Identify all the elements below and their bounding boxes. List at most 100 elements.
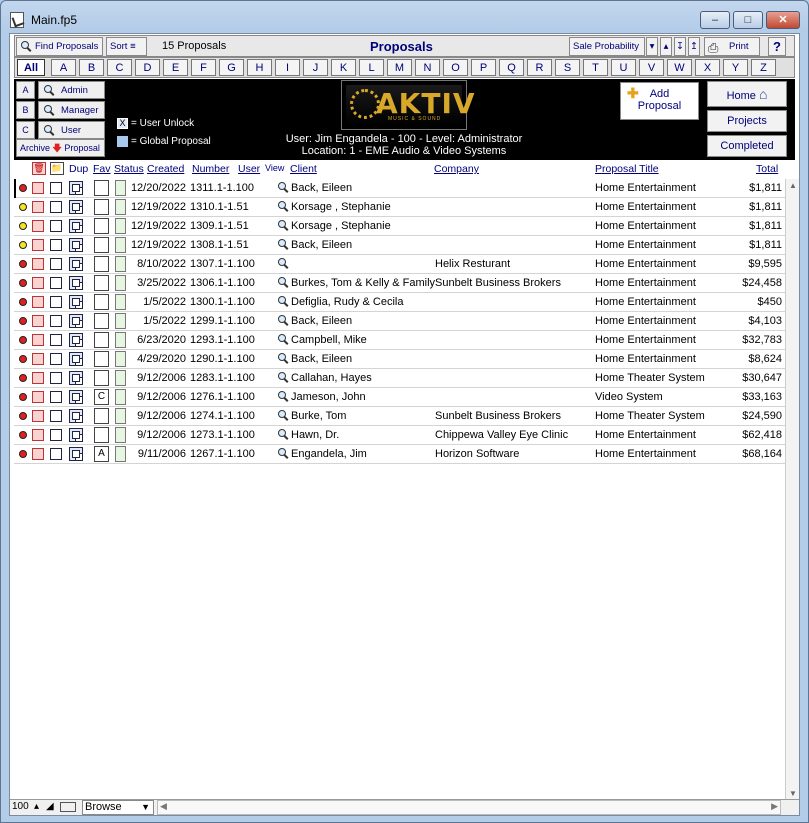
favorite-box[interactable]: C <box>94 389 109 405</box>
status-box[interactable] <box>115 256 126 272</box>
col-number[interactable]: Number <box>192 163 229 175</box>
delete-checkbox[interactable] <box>32 429 44 441</box>
view-search-icon[interactable] <box>278 258 288 268</box>
duplicate-icon[interactable] <box>69 409 83 423</box>
zoom-out-icon[interactable]: ▴ <box>34 801 39 812</box>
sort-top-icon[interactable]: ↥ <box>688 37 700 56</box>
sort-button[interactable]: Sort ≡ <box>106 37 147 56</box>
col-client[interactable]: Client <box>290 163 317 175</box>
status-box[interactable] <box>115 446 126 462</box>
letter-d-button[interactable]: D <box>135 59 160 76</box>
archive-folder-icon[interactable]: 📁 <box>50 162 64 175</box>
table-row[interactable]: A 9/11/2006 1267.1-1.100 Engandela, Jim Hori… <box>14 445 795 464</box>
status-box[interactable] <box>115 370 126 386</box>
add-proposal-button[interactable]: ✚ Add Proposal <box>620 82 699 120</box>
status-box[interactable] <box>115 332 126 348</box>
duplicate-icon[interactable] <box>69 390 83 404</box>
letter-w-button[interactable]: W <box>667 59 692 76</box>
letter-h-button[interactable]: H <box>247 59 272 76</box>
find-proposals-button[interactable]: Find Proposals <box>16 37 103 56</box>
favorite-box[interactable] <box>94 256 109 272</box>
duplicate-icon[interactable] <box>69 447 83 461</box>
col-proposal-title[interactable]: Proposal Title <box>595 163 659 175</box>
letter-f-button[interactable]: F <box>191 59 216 76</box>
table-row[interactable]: 12/20/2022 1311.1-1.100 Back, Eileen Home E… <box>14 179 795 198</box>
status-box[interactable] <box>115 180 126 196</box>
letter-all-button[interactable]: All <box>17 59 45 76</box>
archive-checkbox[interactable] <box>50 182 62 194</box>
sort-down-icon[interactable]: ↧ <box>674 37 686 56</box>
letter-o-button[interactable]: O <box>443 59 468 76</box>
col-status[interactable]: Status <box>114 163 144 175</box>
level-a-button[interactable]: A <box>16 81 35 99</box>
duplicate-icon[interactable] <box>69 371 83 385</box>
view-search-icon[interactable] <box>278 277 288 287</box>
maximize-button[interactable]: □ <box>733 11 763 29</box>
view-search-icon[interactable] <box>278 448 288 458</box>
status-box[interactable] <box>115 427 126 443</box>
letter-q-button[interactable]: Q <box>499 59 524 76</box>
status-box[interactable] <box>115 294 126 310</box>
col-company[interactable]: Company <box>434 163 479 175</box>
letter-p-button[interactable]: P <box>471 59 496 76</box>
help-button[interactable]: ? <box>768 37 786 56</box>
favorite-box[interactable] <box>94 313 109 329</box>
letter-s-button[interactable]: S <box>555 59 580 76</box>
letter-b-button[interactable]: B <box>79 59 104 76</box>
vertical-scrollbar[interactable]: ▲ ▼ <box>785 179 799 800</box>
home-button[interactable]: Home ⌂ <box>707 81 787 107</box>
archive-checkbox[interactable] <box>50 410 62 422</box>
view-search-icon[interactable] <box>278 239 288 249</box>
col-created[interactable]: Created <box>147 163 184 175</box>
archive-checkbox[interactable] <box>50 220 62 232</box>
status-box[interactable] <box>115 237 126 253</box>
completed-button[interactable]: Completed <box>707 135 787 157</box>
letter-k-button[interactable]: K <box>331 59 356 76</box>
print-button[interactable]: ⎙ Print <box>704 37 760 56</box>
letter-u-button[interactable]: U <box>611 59 636 76</box>
favorite-box[interactable] <box>94 351 109 367</box>
view-search-icon[interactable] <box>278 429 288 439</box>
status-box[interactable] <box>115 313 126 329</box>
view-search-icon[interactable] <box>278 334 288 344</box>
letter-v-button[interactable]: V <box>639 59 664 76</box>
col-total[interactable]: Total <box>756 163 778 175</box>
scroll-right-icon[interactable]: ▶ <box>771 801 778 812</box>
table-row[interactable]: 12/19/2022 1309.1-1.51 Korsage , Stephanie… <box>14 217 795 236</box>
favorite-box[interactable] <box>94 427 109 443</box>
letter-z-button[interactable]: Z <box>751 59 776 76</box>
delete-checkbox[interactable] <box>32 448 44 460</box>
dropdown-arrow-icon[interactable]: ▾ <box>646 37 658 56</box>
letter-i-button[interactable]: I <box>275 59 300 76</box>
delete-checkbox[interactable] <box>32 353 44 365</box>
delete-checkbox[interactable] <box>32 277 44 289</box>
status-box[interactable] <box>115 389 126 405</box>
duplicate-icon[interactable] <box>69 181 83 195</box>
favorite-box[interactable] <box>94 218 109 234</box>
favorite-box[interactable]: A <box>94 446 109 462</box>
view-search-icon[interactable] <box>278 296 288 306</box>
view-search-icon[interactable] <box>278 182 288 192</box>
delete-checkbox[interactable] <box>32 258 44 270</box>
delete-checkbox[interactable] <box>32 410 44 422</box>
close-button[interactable]: ✕ <box>766 11 800 29</box>
archive-checkbox[interactable] <box>50 429 62 441</box>
table-row[interactable]: 6/23/2020 1293.1-1.100 Campbell, Mike Home … <box>14 331 795 350</box>
letter-e-button[interactable]: E <box>163 59 188 76</box>
archive-checkbox[interactable] <box>50 277 62 289</box>
view-search-icon[interactable] <box>278 220 288 230</box>
letter-r-button[interactable]: R <box>527 59 552 76</box>
scroll-down-icon[interactable]: ▼ <box>789 789 797 798</box>
favorite-box[interactable] <box>94 237 109 253</box>
letter-t-button[interactable]: T <box>583 59 608 76</box>
letter-y-button[interactable]: Y <box>723 59 748 76</box>
favorite-box[interactable] <box>94 199 109 215</box>
favorite-box[interactable] <box>94 294 109 310</box>
archive-checkbox[interactable] <box>50 258 62 270</box>
status-box[interactable] <box>115 408 126 424</box>
delete-checkbox[interactable] <box>32 201 44 213</box>
letter-l-button[interactable]: L <box>359 59 384 76</box>
zoom-level[interactable]: 100 <box>12 801 34 814</box>
archive-checkbox[interactable] <box>50 391 62 403</box>
favorite-box[interactable] <box>94 408 109 424</box>
